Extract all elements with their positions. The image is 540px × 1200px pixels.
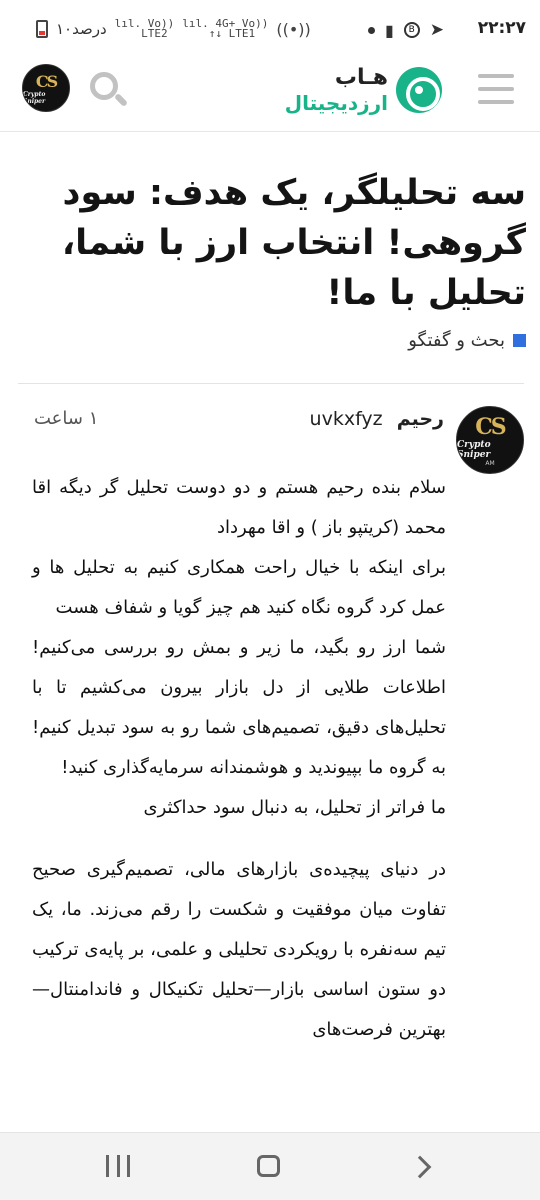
system-nav-bar — [0, 1132, 540, 1200]
author-avatar-label: Crypto Sniper — [457, 439, 491, 460]
status-right-icons: ▮ B ➤ — [367, 20, 444, 40]
category-link[interactable]: بحث و گفتگو — [408, 330, 526, 351]
recent-apps-icon[interactable] — [106, 1155, 130, 1177]
avatar-label: Crypto Sniper — [23, 90, 46, 105]
author-avatar-monogram: CS — [475, 413, 506, 440]
status-left: ۱۰درصد lıl. Vo)) LTE2 lıl. 4G+ Vo)) ↑↓ L… — [36, 17, 311, 40]
search-icon[interactable] — [88, 70, 130, 112]
category-label: بحث و گفتگو — [408, 330, 505, 351]
telegram-icon: ➤ — [429, 20, 444, 40]
b-app-icon: B — [403, 22, 420, 38]
post-paragraph: سلام بنده رحیم هستم و دو دوست تحلیل گر د… — [32, 477, 446, 538]
post-timestamp: ۱ ساعت — [34, 408, 99, 429]
site-logo[interactable]: هـاب ارزدیجیتال — [285, 64, 442, 116]
user-avatar[interactable]: CS Crypto Sniper — [22, 64, 70, 112]
signal-lte2-icon: lıl. Vo)) LTE2 — [114, 17, 175, 40]
notification-dot-icon — [367, 26, 375, 34]
signal-lte1-icon: lıl. 4G+ Vo)) ↑↓ LTE1 — [182, 17, 269, 40]
hotspot-icon: ((•)) — [276, 19, 311, 39]
author-avatar-sub: AM — [485, 459, 495, 467]
logo-subtitle: ارزدیجیتال — [284, 91, 388, 115]
post-body: سلام بنده رحیم هستم و دو دوست تحلیل گر د… — [32, 468, 446, 1050]
alert-icon: ▮ — [384, 20, 394, 40]
back-icon[interactable] — [408, 1155, 430, 1177]
author-info: رحیم uvkxfyz — [310, 408, 444, 430]
logo-title: هـاب — [334, 65, 388, 90]
logo-text: هـاب ارزدیجیتال — [284, 65, 388, 115]
status-time: ۲۲:۲۷ — [477, 18, 526, 38]
avatar-monogram: CS — [35, 71, 58, 91]
author-avatar[interactable]: CS Crypto Sniper AM — [456, 406, 524, 474]
post-paragraph: برای اینکه با خیال راحت همکاری کنیم به ت… — [32, 557, 446, 618]
hamburger-menu-icon[interactable] — [478, 72, 514, 106]
status-bar: ۱۰درصد lıl. Vo)) LTE2 lıl. 4G+ Vo)) ↑↓ L… — [0, 0, 540, 62]
post-paragraph: ما فراتر از تحلیل، به دنبال سود حداکثری — [143, 797, 446, 818]
post-paragraph: در دنیای پیچیده‌ی بازارهای مالی، تصمیم‌گ… — [32, 859, 446, 1040]
battery-text: ۱۰درصد — [56, 20, 107, 38]
home-icon[interactable] — [257, 1155, 280, 1177]
author-username[interactable]: uvkxfyz — [310, 408, 383, 430]
article-title: سه تحلیلگر، یک هدف: سود گروهی! انتخاب ار… — [61, 173, 526, 313]
divider — [18, 383, 524, 384]
logo-mark-icon — [396, 67, 442, 113]
author-name[interactable]: رحیم — [397, 408, 444, 430]
category-color-icon — [513, 334, 526, 347]
post-paragraph: شما ارز رو بگید، ما زیر و بمش رو بررسی م… — [32, 637, 446, 778]
battery-icon — [36, 20, 48, 38]
site-header: هـاب ارزدیجیتال CS Crypto Sniper — [0, 62, 540, 132]
